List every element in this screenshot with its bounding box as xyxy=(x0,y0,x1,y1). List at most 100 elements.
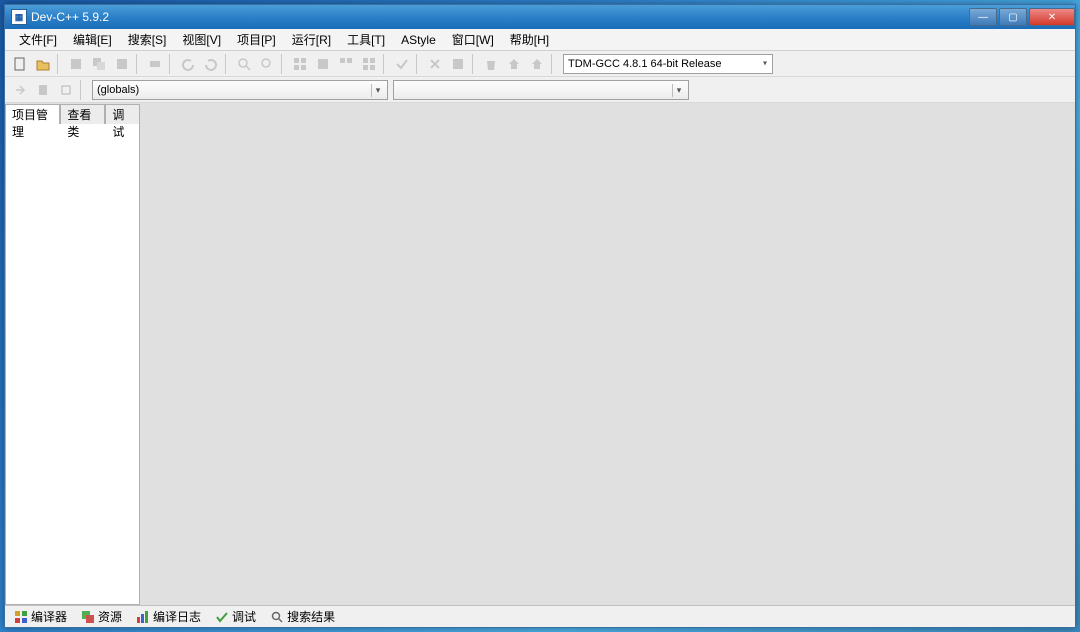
print-button xyxy=(144,53,166,75)
toolbar-separator xyxy=(169,54,174,74)
bottom-tab-compile-log[interactable]: 编译日志 xyxy=(129,606,208,627)
replace-icon xyxy=(260,57,274,71)
close-button[interactable]: ✕ xyxy=(1029,8,1075,26)
toolbar-separator xyxy=(136,54,141,74)
save-as-button xyxy=(111,53,133,75)
toolbar-separator xyxy=(383,54,388,74)
menu-search[interactable]: 搜索[S] xyxy=(120,29,175,50)
profile-button xyxy=(447,53,469,75)
bottom-tab-debug[interactable]: 调试 xyxy=(208,606,263,627)
menu-edit[interactable]: 编辑[E] xyxy=(65,29,120,50)
compiler-combo[interactable]: TDM-GCC 4.8.1 64-bit Release xyxy=(563,54,773,74)
redo-button xyxy=(200,53,222,75)
check-icon xyxy=(215,610,229,624)
menubar: 文件[F] 编辑[E] 搜索[S] 视图[V] 项目[P] 运行[R] 工具[T… xyxy=(5,29,1075,51)
toolbar-separator xyxy=(57,54,62,74)
run-button xyxy=(312,53,334,75)
open-folder-icon xyxy=(36,57,50,71)
grid-icon xyxy=(293,57,307,71)
save-icon xyxy=(69,57,83,71)
find-button xyxy=(233,53,255,75)
left-panel-tabs: 项目管理 查看类 调试 xyxy=(5,103,140,123)
chart-icon xyxy=(136,610,150,624)
bottom-tab-label: 编译器 xyxy=(31,608,67,625)
redo-icon xyxy=(204,57,218,71)
main-toolbar: TDM-GCC 4.8.1 64-bit Release xyxy=(5,51,1075,77)
menu-window[interactable]: 窗口[W] xyxy=(444,29,502,50)
bottom-tab-label: 资源 xyxy=(98,608,122,625)
open-button[interactable] xyxy=(32,53,54,75)
scope-toolbar: (globals) ▾ ▾ xyxy=(5,77,1075,103)
trash-icon xyxy=(484,57,498,71)
bottom-tab-label: 搜索结果 xyxy=(287,608,335,625)
scope-combo-label: (globals) xyxy=(97,84,139,96)
stop-button xyxy=(424,53,446,75)
scope-combo[interactable]: (globals) ▾ xyxy=(92,80,388,100)
menu-tools[interactable]: 工具[T] xyxy=(339,29,393,50)
menu-astyle[interactable]: AStyle xyxy=(393,31,444,49)
bottom-tabs: 编译器 资源 编译日志 调试 搜索结果 xyxy=(5,605,1075,627)
undo-button xyxy=(177,53,199,75)
house-icon xyxy=(530,57,544,71)
minimize-button[interactable]: — xyxy=(969,8,997,26)
tab-classes[interactable]: 查看类 xyxy=(60,104,105,124)
menu-help[interactable]: 帮助[H] xyxy=(502,29,557,50)
save-as-icon xyxy=(115,57,129,71)
goto-button xyxy=(9,79,31,101)
window-controls: — ▢ ✕ xyxy=(967,8,1075,26)
rebuild-button xyxy=(358,53,380,75)
arrow-right-icon xyxy=(13,83,27,97)
search-icon xyxy=(270,610,284,624)
save-all-icon xyxy=(92,57,106,71)
editor-area[interactable] xyxy=(140,103,1075,605)
menu-file[interactable]: 文件[F] xyxy=(11,29,65,50)
save-button xyxy=(65,53,87,75)
profile-icon xyxy=(451,57,465,71)
bottom-tab-label: 调试 xyxy=(232,608,256,625)
toolbar-separator xyxy=(416,54,421,74)
bottom-tab-search-results[interactable]: 搜索结果 xyxy=(263,606,342,627)
body-area: 项目管理 查看类 调试 xyxy=(5,103,1075,605)
square-icon xyxy=(59,83,73,97)
toolbar-separator xyxy=(281,54,286,74)
maximize-button[interactable]: ▢ xyxy=(999,8,1027,26)
toolbar-separator xyxy=(225,54,230,74)
new-file-button[interactable] xyxy=(9,53,31,75)
copy-icon xyxy=(81,610,95,624)
chevron-down-icon: ▾ xyxy=(371,84,384,97)
window-title: Dev-C++ 5.9.2 xyxy=(31,10,967,24)
chevron-down-icon: ▾ xyxy=(672,84,685,97)
app-window: ▦ Dev-C++ 5.9.2 — ▢ ✕ 文件[F] 编辑[E] 搜索[S] … xyxy=(4,4,1076,628)
bottom-tab-label: 编译日志 xyxy=(153,608,201,625)
app-icon: ▦ xyxy=(11,9,27,25)
toolbar-separator xyxy=(472,54,477,74)
toolbar-separator xyxy=(80,80,85,100)
titlebar[interactable]: ▦ Dev-C++ 5.9.2 — ▢ ✕ xyxy=(5,5,1075,29)
tab-project[interactable]: 项目管理 xyxy=(5,104,60,124)
menu-run[interactable]: 运行[R] xyxy=(284,29,339,50)
house-icon xyxy=(507,57,521,71)
run-icon xyxy=(316,57,330,71)
compile-button xyxy=(289,53,311,75)
compile-run-button xyxy=(335,53,357,75)
print-icon xyxy=(148,57,162,71)
toolbar-separator xyxy=(551,54,556,74)
bottom-tab-compiler[interactable]: 编译器 xyxy=(7,606,74,627)
menu-project[interactable]: 项目[P] xyxy=(229,29,284,50)
house2-button xyxy=(526,53,548,75)
new-file-icon xyxy=(13,57,27,71)
compiler-combo-label: TDM-GCC 4.8.1 64-bit Release xyxy=(568,58,721,70)
bottom-tab-resources[interactable]: 资源 xyxy=(74,606,129,627)
replace-button xyxy=(256,53,278,75)
member-combo[interactable]: ▾ xyxy=(393,80,689,100)
trash-button xyxy=(480,53,502,75)
debug-button xyxy=(391,53,413,75)
project-tree[interactable] xyxy=(5,123,140,605)
house1-button xyxy=(503,53,525,75)
close-icon xyxy=(428,57,442,71)
search-icon xyxy=(237,57,251,71)
bookmark-icon xyxy=(36,83,50,97)
tab-debug[interactable]: 调试 xyxy=(105,104,140,124)
menu-view[interactable]: 视图[V] xyxy=(174,29,229,50)
compile-run-icon xyxy=(339,57,353,71)
